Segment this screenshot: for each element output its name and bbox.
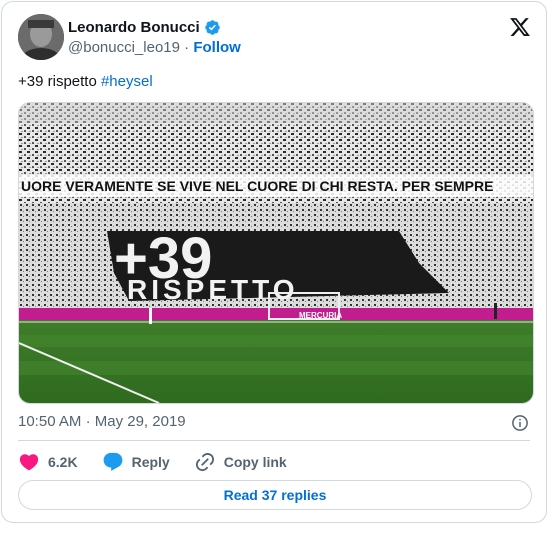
like-count: 6.2K [48,454,78,470]
tweet-card: Leonardo Bonucci @bonucci_leo19 · Follow… [1,1,547,523]
hashtag-link[interactable]: #heysel [101,73,153,90]
follow-button[interactable]: Follow [193,39,241,56]
copy-link-label: Copy link [223,454,287,470]
author-handle[interactable]: @bonucci_leo19 [68,39,180,56]
stadium-photo: UORE VERAMENTE SE VIVE NEL CUORE DI CHI … [19,103,533,403]
tweet-time[interactable]: 10:50 AM [18,413,81,430]
reply-button[interactable]: Reply [102,451,170,473]
copy-link-button[interactable]: Copy link [194,451,287,473]
timestamp[interactable]: 10:50 AM · May 29, 2019 [18,413,186,430]
author-name-row[interactable]: Leonardo Bonucci [68,19,221,36]
info-icon[interactable] [511,414,529,432]
x-logo-icon[interactable] [509,16,531,38]
banner-text: UORE VERAMENTE SE VIVE NEL CUORE DI CHI … [21,178,493,194]
verified-badge-icon [204,20,220,35]
tweet-text: +39 rispetto #heysel [18,73,153,90]
tweet-body: +39 rispetto [18,73,101,90]
time-separator: · [85,413,91,430]
tweet-photo[interactable]: UORE VERAMENTE SE VIVE NEL CUORE DI CHI … [18,102,534,404]
read-replies-button[interactable]: Read 37 replies [18,480,532,510]
action-bar: 6.2K Reply Copy link [18,450,311,474]
handle-separator: · [184,39,190,56]
flag-word: RISPETTO [127,274,299,305]
author-name[interactable]: Leonardo Bonucci [68,19,200,36]
avatar-image [18,14,64,60]
like-button[interactable]: 6.2K [18,451,78,473]
tweet-date[interactable]: May 29, 2019 [95,413,186,430]
handle-row: @bonucci_leo19 · Follow [68,39,241,56]
avatar[interactable] [18,14,64,60]
divider [18,440,530,441]
reply-label: Reply [131,454,170,470]
link-icon [195,452,214,472]
heart-icon [19,454,39,471]
speech-bubble-icon [103,452,122,471]
